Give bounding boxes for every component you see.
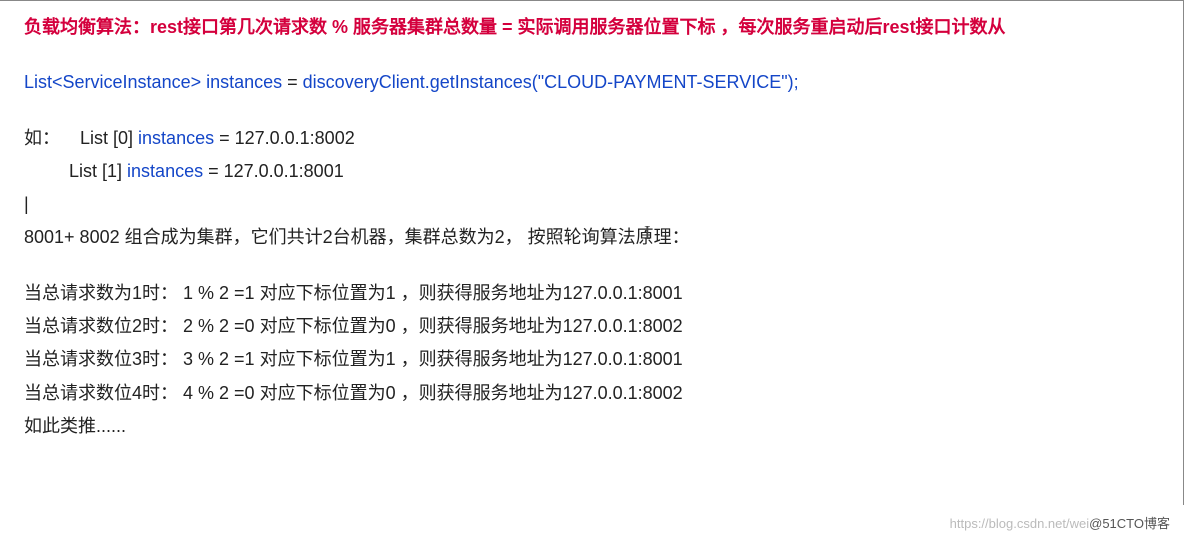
example-line1-rest: = 127.0.0.1:8001 [203, 161, 344, 181]
watermark: https://blog.csdn.net/wei@51CTO博客 [950, 513, 1170, 532]
example-block: 如： List [0] instances = 127.0.0.1:8002 [24, 122, 1159, 155]
tail-text: 如此类推...... [24, 410, 1159, 443]
code-type: List<ServiceInstance> [24, 72, 206, 92]
spacer [24, 100, 1159, 122]
code-var: instances [206, 72, 282, 92]
code-assign: = [282, 72, 303, 92]
example-line0-rest: = 127.0.0.1:8002 [214, 128, 355, 148]
case-line-2: 当总请求数位2时： 2 % 2 =0 对应下标位置为0 ，则获得服务地址为127… [24, 310, 1159, 343]
text-cursor-icon: I [644, 222, 651, 245]
algorithm-title: 负载均衡算法：rest接口第几次请求数 % 服务器集群总数量 = 实际调用服务器… [24, 11, 1159, 44]
spacer [24, 44, 1159, 66]
watermark-faint: https://blog.csdn.net/wei [950, 516, 1089, 531]
code-declaration: List<ServiceInstance> instances = discov… [24, 66, 1159, 99]
watermark-dark: @51CTO博客 [1089, 516, 1170, 531]
example-line0-prefix: List [0] [80, 128, 138, 148]
example-line1: List [1] instances = 127.0.0.1:8001 [24, 155, 1159, 188]
cursor-line: | [24, 188, 1159, 221]
document-body: 负载均衡算法：rest接口第几次请求数 % 服务器集群总数量 = 实际调用服务器… [0, 0, 1184, 505]
case-line-4: 当总请求数位4时： 4 % 2 =0 对应下标位置为0 ，则获得服务地址为127… [24, 377, 1159, 410]
example-line0-var: instances [138, 128, 214, 148]
example-line1-var: instances [127, 161, 203, 181]
cluster-summary: 8001+ 8002 组合成为集群，它们共计2台机器，集群总数为2， 按照轮询算… [24, 221, 1159, 254]
example-line1-prefix: List [1] [69, 161, 127, 181]
example-label: 如： [24, 128, 60, 148]
spacer [24, 255, 1159, 277]
code-call: discoveryClient.getInstances("CLOUD-PAYM… [303, 72, 799, 92]
case-line-3: 当总请求数位3时： 3 % 2 =1 对应下标位置为1 ，则获得服务地址为127… [24, 343, 1159, 376]
case-line-1: 当总请求数为1时： 1 % 2 =1 对应下标位置为1 ，则获得服务地址为127… [24, 277, 1159, 310]
